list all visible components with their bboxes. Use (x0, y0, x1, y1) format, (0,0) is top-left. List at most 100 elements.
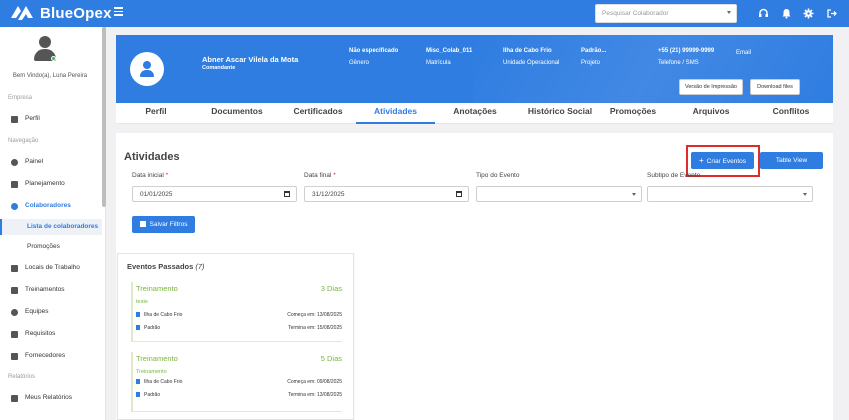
event-location-text: Ilha de Cabo Frio (144, 379, 183, 385)
chevron-down-icon (727, 11, 731, 14)
tab-atividades[interactable]: Atividades (356, 103, 435, 124)
project-value: Padrão... (581, 48, 607, 54)
print-version-button[interactable]: Versão de Impressão (679, 79, 743, 95)
sidebar-item-treinamentos[interactable]: Treinamentos (0, 281, 102, 299)
clipboard-icon (11, 331, 18, 338)
event-end: Termina em: 13/08/2025 (288, 392, 342, 398)
page-title: Atividades (124, 151, 180, 163)
calendar-icon[interactable] (284, 191, 290, 197)
matricula-value: Misc_Colab_011 (426, 48, 473, 54)
briefcase-icon (11, 116, 18, 123)
tab-certificados[interactable]: Certificados (278, 103, 358, 124)
sidebar-item-meus-relatorios[interactable]: Meus Relatórios (0, 389, 102, 407)
event-location: Ilha de Cabo Frio (136, 379, 182, 385)
sidebar-item-label: Meus Relatórios (25, 394, 72, 401)
chevron-down-icon (803, 193, 807, 196)
event-start: Começa em: 09/08/2025 (287, 379, 342, 385)
logout-icon[interactable] (826, 8, 837, 19)
section-empresa: Empresa (8, 95, 33, 101)
gear-icon[interactable] (803, 8, 814, 19)
sidebar-item-equipes[interactable]: Equipes (0, 303, 102, 321)
sidebar-item-requisitos[interactable]: Requisitos (0, 325, 102, 343)
report-icon (11, 395, 18, 402)
email-label: Email (736, 50, 752, 56)
event-item[interactable]: Treinamento 3 Dias teste Ilha de Cabo Fr… (131, 282, 342, 342)
event-start: Começa em: 13/08/2025 (287, 312, 342, 318)
table-view-button[interactable]: Table View (760, 152, 823, 169)
event-type-select[interactable] (476, 186, 642, 202)
logo-icon (11, 6, 33, 20)
sidebar-subitem-promocoes[interactable]: Promoções (0, 239, 102, 255)
folder-icon (136, 325, 140, 330)
event-project-text: Padrão (144, 325, 161, 331)
briefcase-icon (11, 353, 18, 360)
sidebar-item-fornecedores[interactable]: Fornecedores (0, 347, 102, 365)
menu-icon[interactable] (114, 7, 123, 16)
save-filters-button[interactable]: Salvar Filtros (132, 216, 195, 233)
profile-avatar-icon (130, 52, 164, 86)
tab-documentos[interactable]: Documentos (196, 103, 278, 124)
tab-historico-social[interactable]: Histórico Social (514, 103, 606, 124)
tab-promocoes[interactable]: Promoções (604, 103, 662, 124)
sidebar: Bem Vindo(a), Luna Pereira Empresa Perfi… (0, 27, 106, 420)
past-events-count: (7) (195, 262, 205, 271)
phone-label: Telefone / SMS (658, 60, 699, 66)
event-end: Termina em: 15/08/2025 (288, 325, 342, 331)
required-asterisk: * (333, 172, 336, 179)
start-date-input[interactable]: 01/01/2025 (132, 186, 297, 202)
save-filters-label: Salvar Filtros (149, 221, 188, 228)
tab-conflitos[interactable]: Conflitos (759, 103, 823, 124)
sidebar-scrollbar[interactable] (102, 27, 106, 207)
logo[interactable]: BlueOpex (10, 4, 112, 23)
matricula-label: Matrícula (426, 60, 451, 66)
dashboard-icon (11, 159, 18, 166)
event-type: Treinamento (136, 354, 178, 363)
team-icon (11, 309, 18, 316)
event-project: Padrão (136, 392, 160, 398)
search-collaborator-select[interactable]: Pesquisar Colaborador (595, 4, 737, 23)
building-icon (136, 379, 140, 384)
event-type-label: Tipo do Evento (476, 172, 520, 179)
sidebar-item-colaboradores[interactable]: Colaboradores (0, 197, 102, 215)
sidebar-item-label: Painel (25, 158, 44, 165)
event-type: Treinamento (136, 284, 178, 293)
event-subtype-select[interactable] (647, 186, 813, 202)
start-date-value: 01/01/2025 (140, 191, 173, 198)
profile-name: Abner Ascar Vilela da Mota (202, 55, 299, 64)
end-date-value: 31/12/2025 (312, 191, 345, 198)
sidebar-item-label: Requisitos (25, 330, 56, 337)
building-icon (136, 312, 140, 317)
app-name: BlueOpex (40, 5, 112, 22)
unit-label: Unidade Operacional (503, 60, 560, 66)
sidebar-item-perfil[interactable]: Perfil (0, 110, 102, 128)
tab-perfil[interactable]: Perfil (116, 103, 196, 124)
bell-icon[interactable] (781, 8, 792, 19)
tab-arquivos[interactable]: Arquivos (663, 103, 759, 124)
event-project: Padrão (136, 325, 160, 331)
end-date-input[interactable]: 31/12/2025 (304, 186, 469, 202)
download-files-button[interactable]: Download files (750, 79, 800, 95)
past-events-title-text: Eventos Passados (127, 262, 194, 271)
gender-label: Gênero (349, 60, 370, 66)
sidebar-item-label: Planejamento (25, 180, 65, 187)
sidebar-item-label: Equipes (25, 308, 49, 315)
start-date-label-text: Data inicial (132, 172, 164, 179)
sidebar-item-painel[interactable]: Painel (0, 153, 102, 171)
end-date-label-text: Data final (304, 172, 332, 179)
headset-icon[interactable] (758, 8, 769, 19)
user-avatar-icon[interactable] (34, 36, 56, 64)
sidebar-subitem-lista-colaboradores[interactable]: Lista de colaboradores (0, 219, 102, 235)
search-placeholder: Pesquisar Colaborador (602, 10, 669, 17)
sidebar-item-planejamento[interactable]: Planejamento (0, 175, 102, 193)
users-icon (11, 203, 18, 210)
calendar-icon[interactable] (456, 191, 462, 197)
sidebar-item-label: Perfil (25, 115, 40, 122)
profile-tabs: Perfil Documentos Certificados Atividade… (116, 103, 833, 124)
project-label: Projeto (581, 60, 601, 66)
sidebar-item-locais-trabalho[interactable]: Locais de Trabalho (0, 259, 102, 277)
end-date-label: Data final * (304, 172, 336, 179)
tab-anotacoes[interactable]: Anotações (436, 103, 514, 124)
event-item[interactable]: Treinamento 5 Dias Treinamento Ilha de C… (131, 352, 342, 412)
section-relatorios: Relatórios (8, 374, 36, 380)
start-date-label: Data inicial * (132, 172, 168, 179)
